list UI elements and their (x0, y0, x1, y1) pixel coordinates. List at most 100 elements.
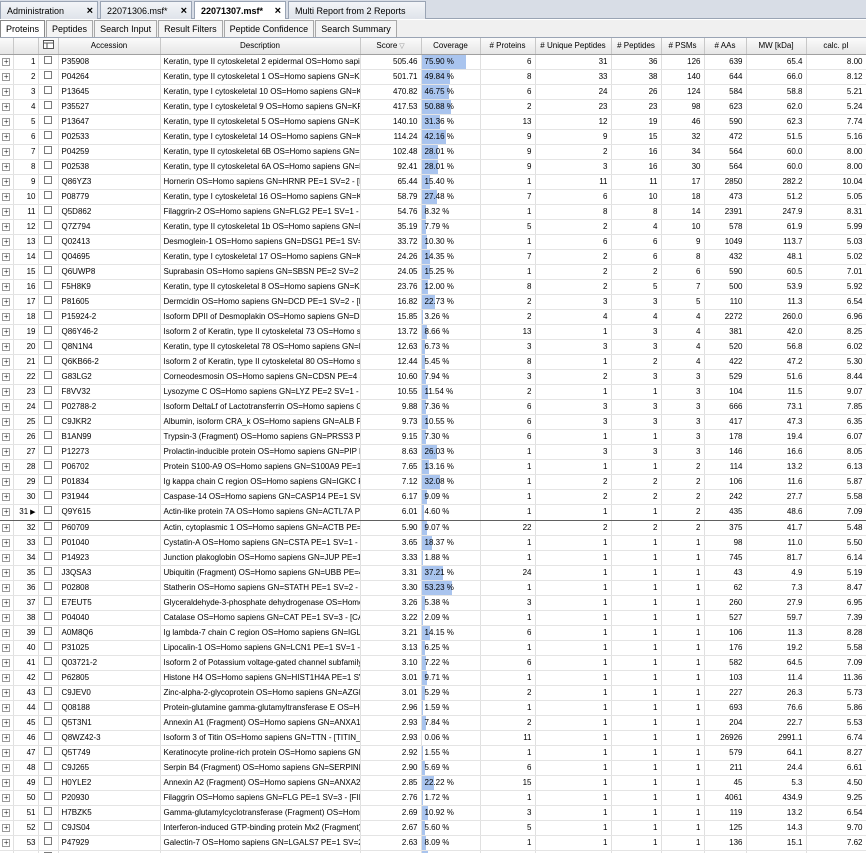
document-tab[interactable]: Administration × (0, 1, 98, 19)
expand-row-icon[interactable]: + (0, 730, 14, 746)
column-chooser-icon[interactable] (38, 38, 59, 55)
table-row[interactable]: +41 Q03721-2 Isoform 2 of Potassium voltag… (0, 655, 866, 671)
table-row[interactable]: +21 Q6KB66-2 Isoform 2 of Keratin, type II… (0, 354, 866, 370)
table-row[interactable]: +7 P04259 Keratin, type II cytoskeletal 6B… (0, 144, 866, 160)
expand-row-icon[interactable]: + (0, 339, 14, 355)
tab-result-filters[interactable]: Result Filters (158, 20, 223, 37)
table-row[interactable]: +24 P02788-2 Isoform DeltaLf of Lactotrans… (0, 399, 866, 415)
table-row[interactable]: +17 P81605 Dermcidin OS=Homo sapiens GN=DC… (0, 294, 866, 310)
document-tab[interactable]: 22071306.msf* × (100, 1, 192, 19)
column-header[interactable]: # AAs (704, 38, 747, 55)
row-checkbox[interactable] (38, 535, 59, 551)
expand-row-icon[interactable]: + (0, 670, 14, 686)
table-row[interactable]: +4 P35527 Keratin, type I cytoskeletal 9 O… (0, 99, 866, 115)
row-checkbox[interactable] (38, 294, 59, 310)
row-checkbox[interactable] (38, 835, 59, 851)
expand-row-icon[interactable]: + (0, 835, 14, 851)
expand-row-icon[interactable]: + (0, 54, 14, 70)
table-row[interactable]: +22 G83LG2 Corneodesmosin OS=Homo sapiens … (0, 369, 866, 385)
table-row[interactable]: +48 C9J265 Serpin B4 (Fragment) OS=Homo sa… (0, 760, 866, 776)
table-row[interactable]: +35 J3QSA3 Ubiquitin (Fragment) OS=Homo sa… (0, 565, 866, 581)
row-checkbox[interactable] (38, 775, 59, 791)
row-checkbox[interactable] (38, 414, 59, 430)
table-row[interactable]: +40 P31025 Lipocalin-1 OS=Homo sapiens GN=… (0, 640, 866, 656)
expand-row-icon[interactable]: + (0, 459, 14, 475)
row-checkbox[interactable] (38, 369, 59, 385)
row-checkbox[interactable] (38, 580, 59, 596)
expand-row-icon[interactable]: + (0, 535, 14, 551)
table-row[interactable]: +11 Q5D862 Filaggrin-2 OS=Homo sapiens GN=… (0, 204, 866, 220)
table-row[interactable]: +13 Q02413 Desmoglein-1 OS=Homo sapiens GN… (0, 234, 866, 250)
expand-row-icon[interactable]: + (0, 655, 14, 671)
expand-row-icon[interactable]: + (0, 414, 14, 430)
table-row[interactable]: +12 Q7Z794 Keratin, type II cytoskeletal 1… (0, 219, 866, 235)
row-checkbox[interactable] (38, 309, 59, 325)
table-row[interactable]: +1 P35908 Keratin, type II cytoskeletal 2 … (0, 54, 866, 70)
expand-row-icon[interactable]: + (0, 760, 14, 776)
row-checkbox[interactable] (38, 700, 59, 716)
close-icon[interactable]: × (181, 5, 187, 17)
table-row[interactable]: +3 P13645 Keratin, type I cytoskeletal 10 … (0, 84, 866, 100)
row-checkbox[interactable] (38, 129, 59, 145)
row-checkbox[interactable] (38, 745, 59, 761)
row-checkbox[interactable] (38, 550, 59, 566)
expand-row-icon[interactable]: + (0, 324, 14, 340)
row-checkbox[interactable] (38, 805, 59, 821)
row-checkbox[interactable] (38, 503, 59, 521)
expand-row-icon[interactable]: + (0, 234, 14, 250)
table-row[interactable]: +23 F8VV32 Lysozyme C OS=Homo sapiens GN=L… (0, 384, 866, 400)
column-header[interactable]: MW [kDa] (746, 38, 807, 55)
expand-row-icon[interactable]: + (0, 69, 14, 85)
expand-row-icon[interactable]: + (0, 550, 14, 566)
expand-row-icon[interactable]: + (0, 279, 14, 295)
table-row[interactable]: +33 P01040 Cystatin-A OS=Homo sapiens GN=C… (0, 535, 866, 551)
table-row[interactable]: +52 C9JS04 Interferon-induced GTP-binding … (0, 820, 866, 836)
column-header[interactable] (13, 38, 39, 55)
row-checkbox[interactable] (38, 730, 59, 746)
row-checkbox[interactable] (38, 429, 59, 445)
row-checkbox[interactable] (38, 670, 59, 686)
table-row[interactable]: +2 P04264 Keratin, type II cytoskeletal 1 … (0, 69, 866, 85)
table-row[interactable]: +26 B1AN99 Trypsin-3 (Fragment) OS=Homo sa… (0, 429, 866, 445)
tab-search-summary[interactable]: Search Summary (315, 20, 397, 37)
table-row[interactable]: +10 P08779 Keratin, type I cytoskeletal 16… (0, 189, 866, 205)
expand-row-icon[interactable]: + (0, 625, 14, 641)
expand-row-icon[interactable]: + (0, 429, 14, 445)
row-checkbox[interactable] (38, 279, 59, 295)
expand-row-icon[interactable]: + (0, 520, 14, 536)
row-checkbox[interactable] (38, 520, 59, 536)
expand-row-icon[interactable]: + (0, 84, 14, 100)
table-row[interactable]: +15 Q6UWP8 Suprabasin OS=Homo sapiens GN=S… (0, 264, 866, 280)
column-header[interactable]: Accession (58, 38, 161, 55)
table-row[interactable]: +49 H0YLE2 Annexin A2 (Fragment) OS=Homo s… (0, 775, 866, 791)
document-tab[interactable]: Multi Report from 2 Reports (288, 1, 426, 19)
expand-row-icon[interactable]: + (0, 264, 14, 280)
document-tab[interactable]: 22071307.msf* × (194, 1, 286, 19)
tab-search-input[interactable]: Search Input (94, 20, 158, 37)
expand-row-icon[interactable]: + (0, 99, 14, 115)
table-row[interactable]: +8 P02538 Keratin, type II cytoskeletal 6A… (0, 159, 866, 175)
row-checkbox[interactable] (38, 54, 59, 70)
table-row[interactable]: +14 Q04695 Keratin, type I cytoskeletal 17… (0, 249, 866, 265)
expand-row-icon[interactable]: + (0, 144, 14, 160)
expand-row-icon[interactable]: + (0, 189, 14, 205)
column-header[interactable]: Score ▽ (360, 38, 422, 55)
table-row[interactable]: +18 P15924-2 Isoform DPII of Desmoplakin O… (0, 309, 866, 325)
row-checkbox[interactable] (38, 760, 59, 776)
expand-row-icon[interactable]: + (0, 595, 14, 611)
expand-row-icon[interactable]: + (0, 745, 14, 761)
table-row[interactable]: +32 P60709 Actin, cytoplasmic 1 OS=Homo sa… (0, 520, 866, 536)
tab-peptide-confidence[interactable]: Peptide Confidence (223, 20, 315, 37)
row-checkbox[interactable] (38, 474, 59, 490)
row-checkbox[interactable] (38, 625, 59, 641)
table-row[interactable]: +20 Q8N1N4 Keratin, type II cytoskeletal 7… (0, 339, 866, 355)
expand-row-icon[interactable]: + (0, 700, 14, 716)
expand-row-icon[interactable]: + (0, 715, 14, 731)
row-checkbox[interactable] (38, 114, 59, 130)
expand-row-icon[interactable]: + (0, 159, 14, 175)
expand-row-icon[interactable]: + (0, 219, 14, 235)
expand-row-icon[interactable]: + (0, 610, 14, 626)
row-checkbox[interactable] (38, 820, 59, 836)
table-row[interactable]: +19 Q86Y46-2 Isoform 2 of Keratin, type II… (0, 324, 866, 340)
row-checkbox[interactable] (38, 565, 59, 581)
